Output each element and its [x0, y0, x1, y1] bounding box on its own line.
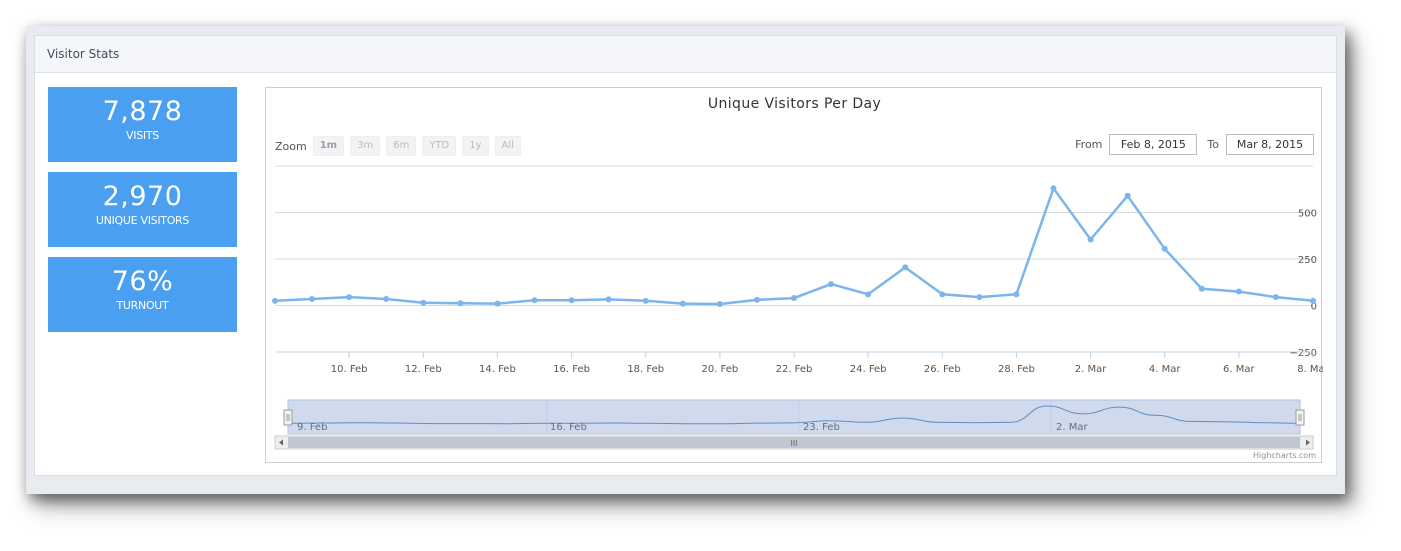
range-selector-dates: From Feb 8, 2015 To Mar 8, 2015: [1065, 134, 1314, 155]
data-point: [865, 291, 872, 298]
dashboard-frame: Visitor Stats 7,878 VISITS 2,970 UNIQUE …: [26, 26, 1345, 494]
x-tick-label: 18. Feb: [627, 364, 664, 375]
data-point: [753, 296, 760, 303]
data-point: [1310, 297, 1316, 304]
x-tick-label: 14. Feb: [479, 364, 516, 375]
x-tick-label: 28. Feb: [998, 364, 1035, 375]
data-point: [531, 297, 538, 304]
zoom-button-all[interactable]: All: [494, 136, 521, 156]
turnout-tile: 76% TURNOUT: [48, 257, 237, 332]
visits-tile: 7,878 VISITS: [48, 87, 237, 162]
data-point: [828, 281, 835, 288]
unique-visitors-tile: 2,970 UNIQUE VISITORS: [48, 172, 237, 247]
stock-chart: 500 250 0 −250 10. Feb 12. Feb 14. Feb 16. Feb 1…: [265, 87, 1323, 463]
data-point: [605, 296, 612, 303]
visits-value: 7,878: [102, 96, 183, 127]
from-label: From: [1075, 138, 1103, 151]
x-tick-label: 22. Feb: [776, 364, 813, 375]
navigator-selection: [287, 399, 1301, 435]
data-point: [1235, 288, 1242, 295]
data-point: [1013, 291, 1020, 298]
data-point: [309, 295, 316, 302]
data-point: [457, 300, 464, 307]
visits-label: VISITS: [126, 129, 159, 142]
range-selector-zoom: Zoom 1m 3m 6m YTD 1y All: [275, 136, 527, 156]
navigator-tick-label: 16. Feb: [550, 422, 587, 433]
data-point: [902, 264, 909, 271]
x-tick-label: 12. Feb: [405, 364, 442, 375]
data-point: [976, 294, 983, 301]
data-point: [1198, 285, 1205, 292]
data-point: [642, 297, 649, 304]
data-point: [346, 294, 353, 301]
navigator-handle-right[interactable]: [1295, 409, 1305, 426]
navigator-tick-label: 2. Mar: [1056, 422, 1088, 433]
data-point: [791, 295, 797, 302]
highcharts-credits[interactable]: Highcharts.com: [1253, 451, 1316, 460]
turnout-label: TURNOUT: [116, 299, 169, 312]
data-point: [272, 297, 278, 304]
x-tick-label: 4. Mar: [1149, 364, 1181, 375]
data-point: [1161, 245, 1168, 252]
stat-tiles: 7,878 VISITS 2,970 UNIQUE VISITORS 76% T…: [48, 87, 237, 342]
y-tick-label: 500: [1298, 209, 1317, 220]
unique-visitors-value: 2,970: [102, 181, 183, 212]
data-point: [716, 301, 723, 308]
panel-title: Visitor Stats: [47, 47, 120, 61]
x-tick-label: 6. Mar: [1223, 364, 1255, 375]
visitor-stats-panel: Visitor Stats 7,878 VISITS 2,970 UNIQUE …: [34, 35, 1337, 476]
data-point: [1272, 294, 1279, 301]
scrollbar-grip: III: [790, 439, 797, 448]
navigator-tick-label: 23. Feb: [803, 422, 840, 433]
data-point: [679, 300, 686, 307]
data-point: [1087, 236, 1094, 243]
turnout-value: 76%: [111, 266, 174, 297]
zoom-button-1m[interactable]: 1m: [312, 136, 345, 156]
series-line: [274, 187, 1314, 306]
navigator-tick-label: 9. Feb: [297, 422, 327, 433]
navigator-handle-left[interactable]: [283, 409, 293, 426]
data-point: [494, 300, 501, 307]
x-tick-label: 20. Feb: [701, 364, 738, 375]
data-point: [568, 297, 575, 304]
zoom-button-ytd[interactable]: YTD: [422, 136, 457, 156]
data-point: [1050, 185, 1057, 192]
zoom-label: Zoom: [275, 139, 307, 153]
unique-visitors-label: UNIQUE VISITORS: [95, 214, 190, 227]
zoom-button-1y[interactable]: 1y: [462, 136, 489, 156]
x-tick-label: 16. Feb: [553, 364, 590, 375]
x-tick-label: 26. Feb: [924, 364, 961, 375]
to-label: To: [1207, 138, 1219, 151]
x-tick-label: 8. Mar: [1297, 364, 1323, 375]
x-tick-label: 24. Feb: [850, 364, 887, 375]
data-point: [383, 295, 390, 302]
x-tick-label: 2. Mar: [1075, 364, 1107, 375]
panel-heading: Visitor Stats: [35, 36, 1336, 73]
y-tick-label: 250: [1298, 255, 1317, 266]
chart-title: Unique Visitors Per Day: [707, 96, 882, 112]
data-point: [420, 299, 427, 306]
zoom-button-6m[interactable]: 6m: [386, 136, 417, 156]
data-point: [1124, 192, 1131, 199]
data-point: [939, 291, 946, 298]
from-date-input[interactable]: Feb 8, 2015: [1109, 134, 1198, 155]
x-tick-label: 10. Feb: [331, 364, 368, 375]
to-date-input[interactable]: Mar 8, 2015: [1226, 134, 1314, 155]
zoom-button-3m[interactable]: 3m: [350, 136, 381, 156]
